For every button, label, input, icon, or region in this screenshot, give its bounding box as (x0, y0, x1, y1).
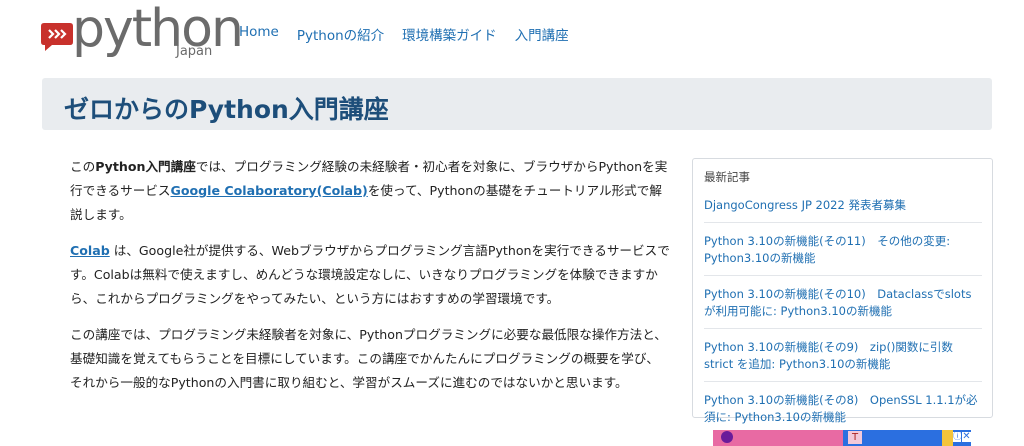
nav-python-intro[interactable]: Pythonの紹介 (297, 24, 384, 44)
article-link[interactable]: Python 3.10の新機能(その8) OpenSSL 1.1.1が必須に: … (704, 390, 982, 434)
site-header: python Japan Home Pythonの紹介 環境構築ガイド 入門講座 (0, 0, 1024, 70)
intro-paragraph-2: Colab は、Google社が提供する、Webブラウザからプログラミング言語P… (70, 239, 670, 311)
page-title-bar: ゼロからのPython入門講座 (42, 78, 992, 130)
main-nav: Home Pythonの紹介 環境構築ガイド 入門講座 (239, 24, 587, 44)
nav-setup-guide[interactable]: 環境構築ガイド (402, 24, 497, 44)
logo-speech-icon (41, 23, 73, 51)
latest-articles-panel: 最新記事 DjangoCongress JP 2022 発表者募集 Python… (692, 158, 993, 424)
article-link[interactable]: Python 3.10の新機能(その11) その他の変更: Python3.10… (704, 231, 982, 276)
colab-short-link[interactable]: Colab (70, 243, 110, 258)
main-content: このPython入門講座では、プログラミング経験の未経験者・初心者を対象に、ブラ… (70, 155, 670, 407)
colab-link[interactable]: Google Colaboratory(Colab) (171, 183, 368, 198)
page-title: ゼロからのPython入門講座 (64, 95, 389, 124)
ad-info-icon[interactable]: ⓘ (953, 432, 962, 442)
ad-yellow-strip (942, 430, 953, 446)
article-link[interactable]: Python 3.10の新機能(その9) zip()関数に引数 strict を… (704, 337, 982, 382)
logo-subtitle: Japan (176, 44, 213, 59)
article-link[interactable]: Python 3.10の新機能(その10) Dataclassでslotsが利用… (704, 284, 982, 329)
p1-course-name: Python入門講座 (95, 159, 196, 174)
logo-wordmark: python (72, 0, 244, 59)
ad-banner[interactable]: T ⓘ ✕ (713, 430, 971, 446)
nav-beginner-course[interactable]: 入門講座 (515, 24, 569, 44)
intro-paragraph-1: このPython入門講座では、プログラミング経験の未経験者・初心者を対象に、ブラ… (70, 155, 670, 227)
intro-paragraph-3: この講座では、プログラミング未経験者を対象に、Pythonプログラミングに必要な… (70, 327, 667, 390)
python-japan-logo[interactable]: python Japan (40, 0, 244, 66)
ad-close-icon[interactable]: ✕ (962, 432, 971, 442)
p1-text-a: この (70, 159, 96, 174)
article-link[interactable]: DjangoCongress JP 2022 発表者募集 (704, 195, 982, 223)
latest-articles-title: 最新記事 (704, 170, 750, 184)
ad-badge-icon (721, 431, 733, 443)
nav-home[interactable]: Home (239, 24, 279, 44)
latest-articles-list: DjangoCongress JP 2022 発表者募集 Python 3.10… (704, 195, 982, 442)
p2-text: は、Google社が提供する、Webブラウザからプログラミング言語Pythonを… (70, 243, 670, 306)
ad-t-label: T (848, 431, 862, 444)
